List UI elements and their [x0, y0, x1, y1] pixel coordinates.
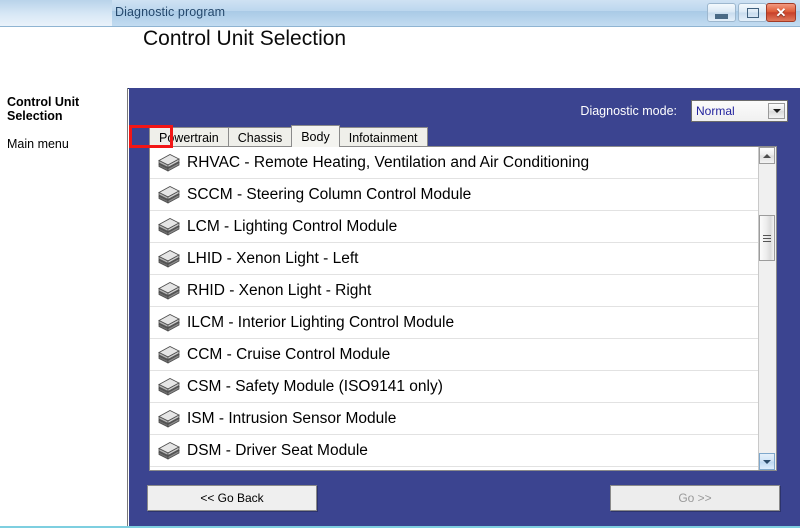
header-banner: [0, 27, 800, 89]
control-unit-row[interactable]: RHID - Xenon Light - Right: [150, 275, 758, 307]
tab-powertrain[interactable]: Powertrain: [149, 127, 229, 147]
close-icon: ✕: [775, 5, 787, 20]
control-unit-label: CCM - Cruise Control Module: [187, 345, 391, 363]
control-unit-list: RHVAC - Remote Heating, Ventilation and …: [149, 146, 777, 471]
tab-label: Powertrain: [159, 130, 219, 145]
control-unit-label: LHID - Xenon Light - Left: [187, 249, 359, 267]
close-button[interactable]: ✕: [766, 3, 796, 22]
control-unit-label: RHVAC - Remote Heating, Ventilation and …: [187, 153, 590, 171]
tab-chassis[interactable]: Chassis: [227, 127, 293, 147]
triangle-down-glyph: [772, 109, 781, 113]
control-unit-row[interactable]: LHID - Xenon Light - Left: [150, 243, 758, 275]
tab-body[interactable]: Body: [291, 125, 340, 147]
control-unit-row[interactable]: DSM - Driver Seat Module: [150, 435, 758, 467]
control-unit-label: ISM - Intrusion Sensor Module: [187, 409, 397, 427]
module-icon: [157, 377, 181, 396]
title-bar: Diagnostic program ✕: [0, 0, 800, 27]
module-icon: [157, 249, 181, 268]
control-unit-row[interactable]: LCM - Lighting Control Module: [150, 211, 758, 243]
minimize-button[interactable]: [707, 3, 736, 22]
maximize-icon: [746, 7, 759, 18]
module-icon: [157, 185, 181, 204]
diagnostic-mode-select[interactable]: Normal: [691, 100, 788, 122]
control-unit-label: ILCM - Interior Lighting Control Module: [187, 313, 455, 331]
control-unit-row[interactable]: CCM - Cruise Control Module: [150, 339, 758, 371]
module-icon: [157, 313, 181, 332]
sidebar-item-main-menu[interactable]: Main menu: [7, 137, 121, 151]
control-unit-label: CSM - Safety Module (ISO9141 only): [187, 377, 443, 395]
tab-strip: Powertrain Chassis Body Infotainment: [149, 125, 428, 147]
scroll-down-button[interactable]: [759, 453, 775, 470]
tab-infotainment[interactable]: Infotainment: [338, 127, 428, 147]
maximize-button[interactable]: [738, 3, 767, 22]
control-unit-label: RHID - Xenon Light - Right: [187, 281, 372, 299]
module-icon: [157, 345, 181, 364]
content-panel: Diagnostic mode: Normal Powertrain Chassi…: [129, 88, 800, 526]
minimize-icon: [715, 13, 728, 19]
module-icon: [157, 441, 181, 460]
control-unit-row[interactable]: ISM - Intrusion Sensor Module: [150, 403, 758, 435]
sidebar: Control Unit Selection Main menu: [0, 88, 128, 526]
tab-label: Body: [301, 129, 330, 144]
tab-label: Infotainment: [348, 130, 418, 145]
titlebar-gloss: [0, 0, 112, 26]
control-unit-label: DSM - Driver Seat Module: [187, 441, 368, 459]
chevron-down-icon[interactable]: [768, 103, 785, 119]
control-unit-row[interactable]: ILCM - Interior Lighting Control Module: [150, 307, 758, 339]
scrollbar-grip-icon: [763, 234, 771, 242]
tab-label: Chassis: [237, 130, 283, 145]
module-icon: [157, 153, 181, 172]
window-title: Diagnostic program: [115, 5, 226, 19]
module-icon: [157, 217, 181, 236]
application-window: Diagnostic program ✕ Control Unit Select…: [0, 0, 800, 528]
control-unit-label: LCM - Lighting Control Module: [187, 217, 398, 235]
scrollbar-thumb[interactable]: [759, 215, 775, 261]
control-unit-list-items: RHVAC - Remote Heating, Ventilation and …: [150, 147, 758, 470]
control-unit-row[interactable]: RHVAC - Remote Heating, Ventilation and …: [150, 147, 758, 179]
control-unit-label: SCCM - Steering Column Control Module: [187, 185, 472, 203]
module-icon: [157, 281, 181, 300]
go-back-button[interactable]: << Go Back: [147, 485, 317, 511]
scroll-up-button[interactable]: [759, 147, 775, 164]
diagnostic-mode-row: Diagnostic mode: Normal: [580, 100, 788, 122]
triangle-down-icon: [763, 459, 771, 464]
diagnostic-mode-value: Normal: [696, 104, 735, 118]
page-title: Control Unit Selection: [143, 27, 347, 50]
go-button: Go >>: [610, 485, 780, 511]
list-scrollbar[interactable]: [758, 147, 776, 470]
module-icon: [157, 409, 181, 428]
triangle-up-icon: [763, 153, 771, 158]
sidebar-title: Control Unit Selection: [7, 95, 80, 123]
diagnostic-mode-label: Diagnostic mode:: [580, 104, 677, 118]
control-unit-row[interactable]: CSM - Safety Module (ISO9141 only): [150, 371, 758, 403]
control-unit-row[interactable]: SCCM - Steering Column Control Module: [150, 179, 758, 211]
